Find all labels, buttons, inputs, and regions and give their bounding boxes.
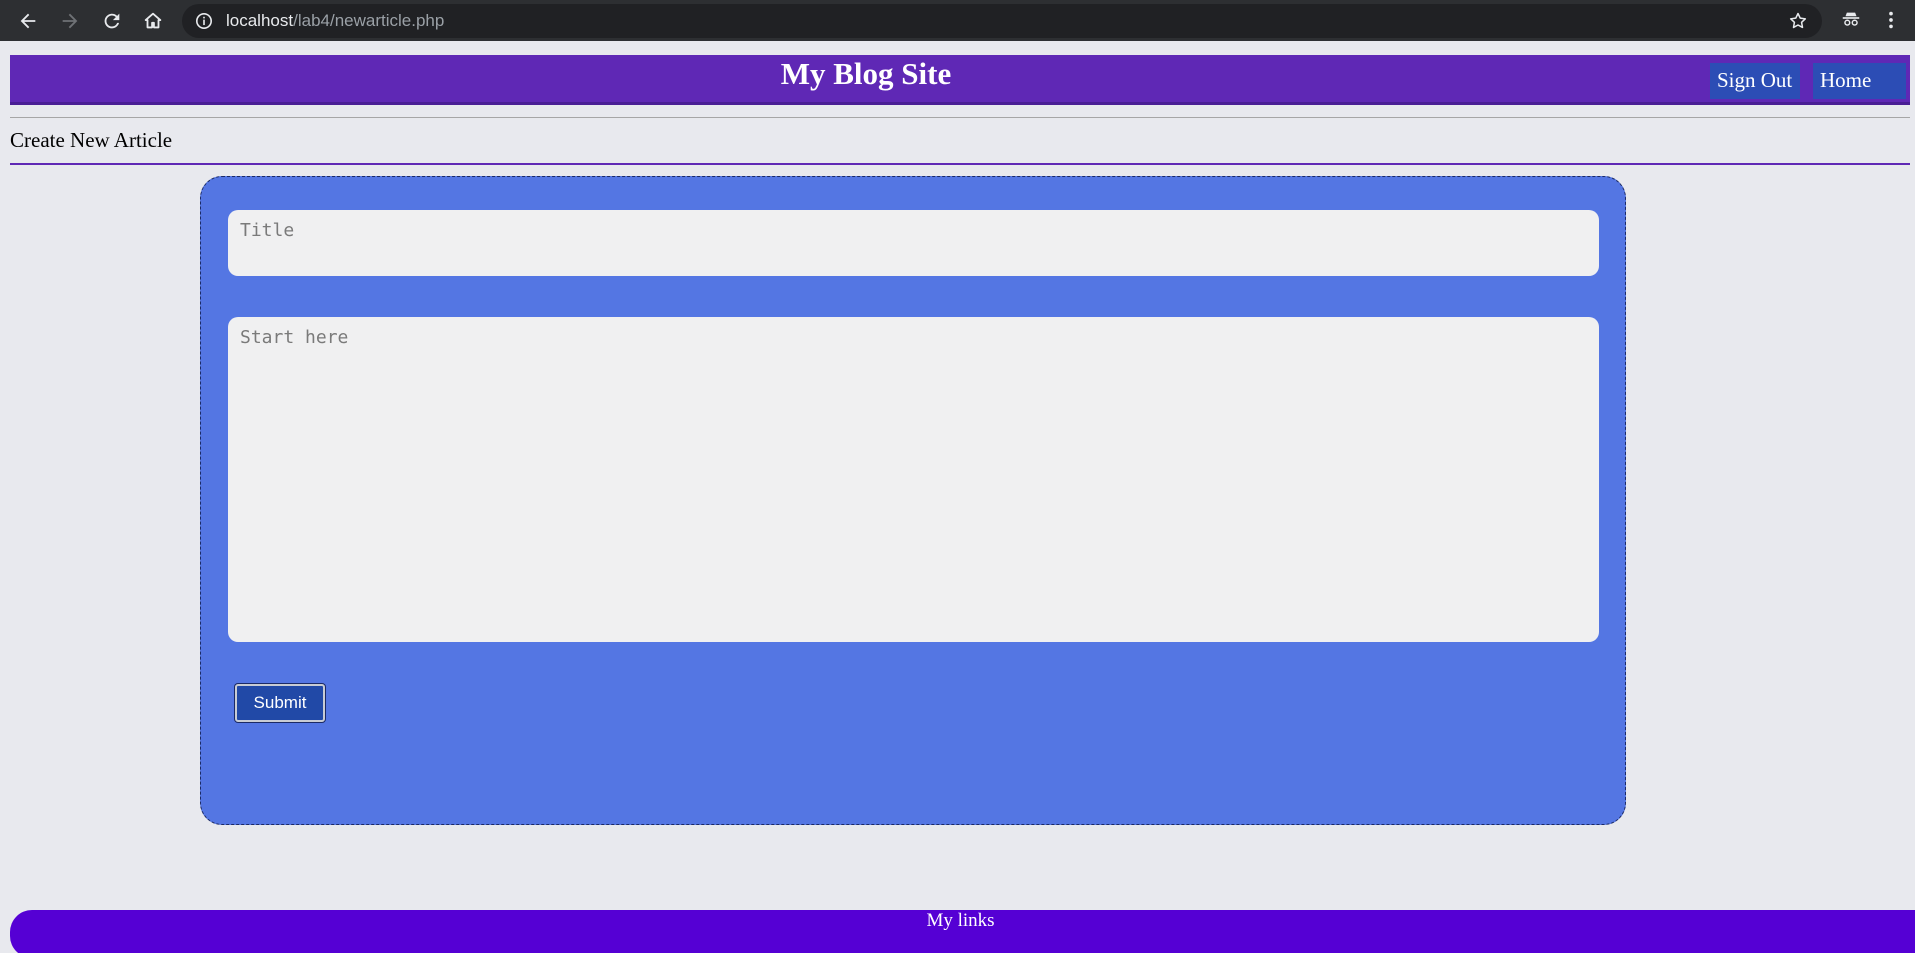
bookmark-star-icon[interactable] [1788,11,1808,31]
forward-icon[interactable] [55,6,85,36]
home-button[interactable]: Home [1813,63,1906,99]
site-title: My Blog Site [780,56,952,91]
site-header: My Blog Site Sign Out Home [10,55,1910,105]
reload-icon[interactable] [97,6,127,36]
footer-links-label: My links [926,910,995,931]
page-title: Create New Article [10,128,173,152]
kebab-menu-icon[interactable] [1880,8,1902,32]
address-bar[interactable]: localhost/lab4/newarticle.php [182,4,1822,38]
divider [10,163,1910,165]
submit-button[interactable]: Submit [235,684,325,722]
url-path: /lab4/newarticle.php [293,11,445,30]
divider [10,117,1910,118]
sign-out-button[interactable]: Sign Out [1710,63,1800,99]
site-footer: My links [10,910,1915,953]
home-icon[interactable] [138,6,168,36]
browser-toolbar: localhost/lab4/newarticle.php [0,0,1915,41]
incognito-extension-icon[interactable] [1840,8,1862,30]
article-body-input[interactable] [228,317,1599,642]
new-article-form: Submit [200,176,1626,825]
title-input[interactable] [228,210,1599,276]
info-icon[interactable] [195,12,213,30]
url-text: localhost/lab4/newarticle.php [226,11,444,31]
back-icon[interactable] [13,6,43,36]
url-host: localhost [226,11,294,30]
